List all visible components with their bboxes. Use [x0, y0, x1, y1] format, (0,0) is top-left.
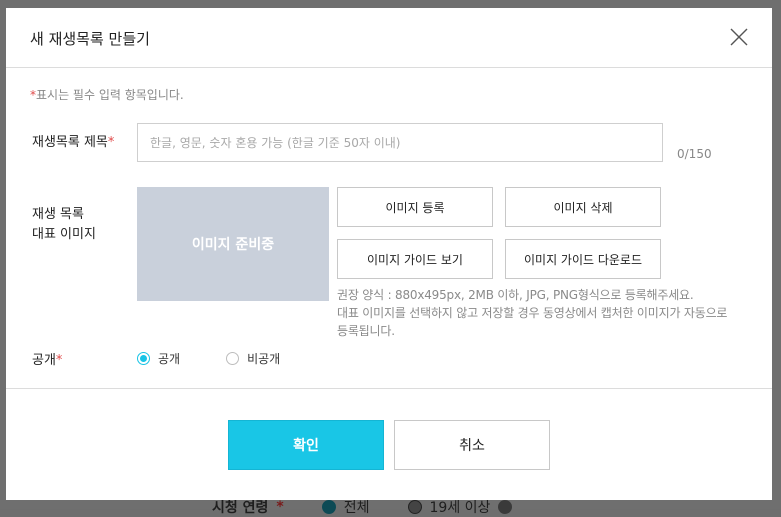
- close-icon[interactable]: [726, 24, 752, 50]
- create-playlist-modal: 새 재생목록 만들기 *표시는 필수 입력 항목입니다. 재생목록 제목* 0/…: [6, 8, 772, 500]
- background-radio-19: [407, 500, 422, 514]
- background-age-label: 시청 연령: [212, 500, 269, 516]
- background-option-19: 19세 이상: [429, 500, 491, 516]
- thumbnail-placeholder-text: 이미지 준비중: [191, 237, 275, 253]
- image-guide-download-button[interactable]: 이미지 가이드 다운로드: [505, 239, 661, 279]
- visibility-private-label: 비공개: [247, 352, 281, 366]
- visibility-label: 공개*: [32, 353, 63, 368]
- visibility-radio-group: 공개 비공개: [137, 350, 326, 367]
- footer-divider: [6, 388, 772, 389]
- thumbnail-help-text: 권장 양식 : 880x495px, 2MB 이하, JPG, PNG형식으로 …: [337, 288, 728, 338]
- image-register-button[interactable]: 이미지 등록: [337, 187, 493, 227]
- background-option-all: 전체: [343, 500, 370, 516]
- visibility-public-label: 공개: [158, 352, 181, 366]
- thumbnail-label: 재생 목록 대표 이미지: [32, 207, 96, 242]
- cancel-button[interactable]: 취소: [394, 420, 550, 470]
- help-icon: [498, 500, 513, 514]
- required-notice: *표시는 필수 입력 항목입니다.: [30, 86, 184, 103]
- required-notice-text: 표시는 필수 입력 항목입니다.: [36, 88, 184, 102]
- modal-header: 새 재생목록 만들기: [6, 8, 772, 68]
- playlist-title-input[interactable]: [137, 123, 663, 162]
- visibility-public-option[interactable]: 공개: [137, 350, 180, 367]
- image-delete-button[interactable]: 이미지 삭제: [505, 187, 661, 227]
- image-guide-view-button[interactable]: 이미지 가이드 보기: [337, 239, 493, 279]
- confirm-button[interactable]: 확인: [228, 420, 384, 470]
- radio-private[interactable]: [226, 352, 240, 365]
- visibility-private-option[interactable]: 비공개: [226, 350, 280, 367]
- background-age-row: 시청 연령 * 전체 19세 이상: [212, 497, 513, 517]
- radio-public[interactable]: [137, 352, 150, 365]
- playlist-title-label: 재생목록 제목*: [32, 135, 115, 150]
- thumbnail-placeholder: 이미지 준비중: [137, 187, 329, 301]
- modal-title: 새 재생목록 만들기: [30, 30, 150, 48]
- background-radio-all: [321, 500, 336, 514]
- title-char-counter: 0/150: [677, 147, 712, 161]
